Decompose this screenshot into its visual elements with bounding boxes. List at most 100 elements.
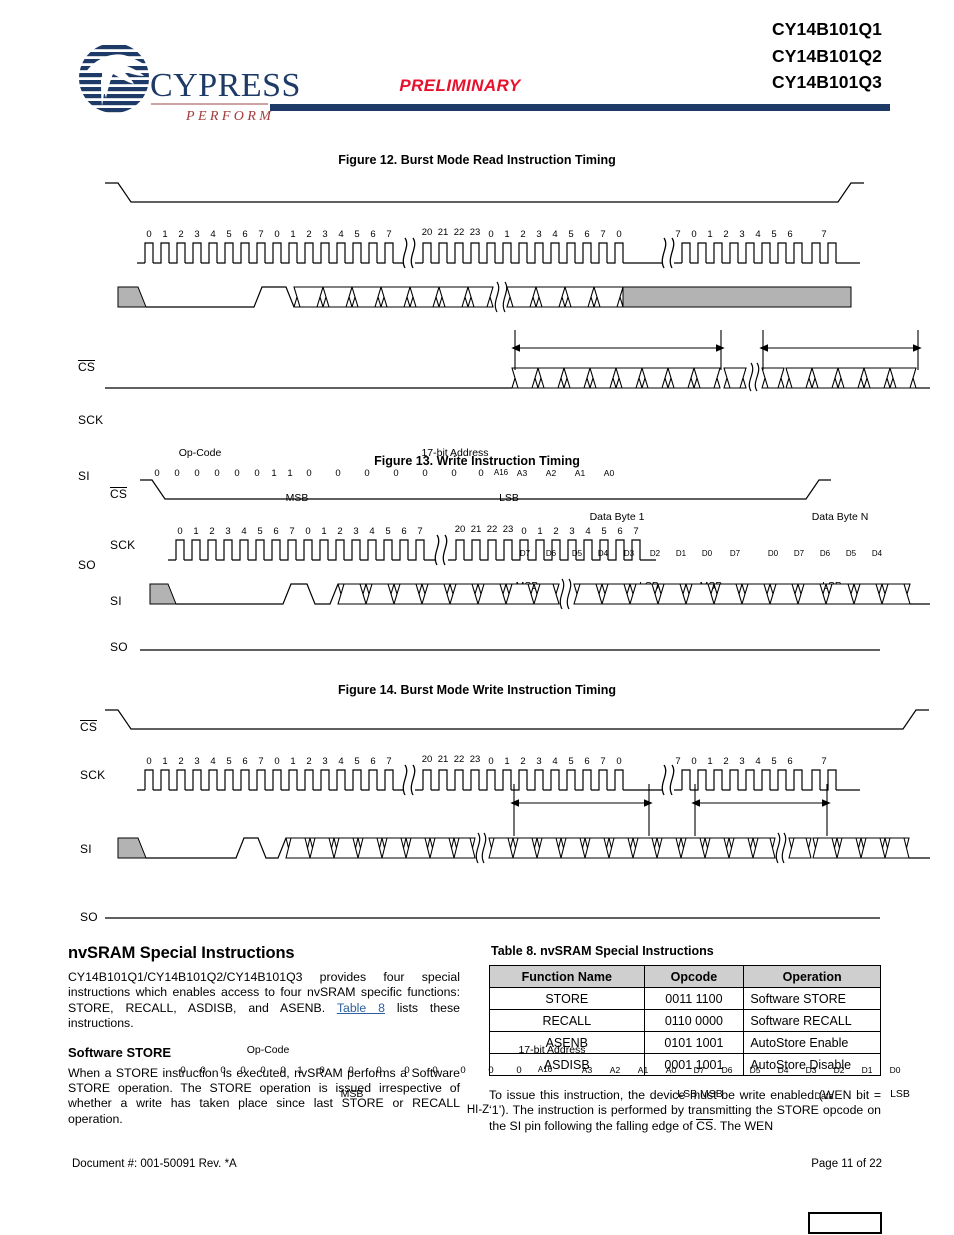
- logo-tagline-text: PERFORM: [185, 109, 274, 124]
- svg-text:7: 7: [675, 229, 680, 240]
- svg-text:7: 7: [386, 756, 391, 767]
- figure-12-sck-ticks: 0123 4567 0123 4567 20 21 22 23 0123 4567 0…: [146, 227, 826, 240]
- svg-text:7: 7: [417, 526, 422, 537]
- svg-text:3: 3: [322, 229, 327, 240]
- document-number: Document #: 001-50091 Rev. *A: [72, 1158, 237, 1170]
- svg-text:3: 3: [739, 756, 744, 767]
- svg-text:23: 23: [470, 227, 481, 238]
- svg-text:3: 3: [194, 229, 199, 240]
- right-text-column: Table 8. nvSRAM Special Instructions Fun…: [489, 944, 881, 1147]
- table-row: RECALL 0110 0000 Software RECALL: [489, 1009, 881, 1032]
- svg-text:3: 3: [536, 756, 541, 767]
- figure-12-caption: Figure 12. Burst Mode Read Instruction T…: [338, 153, 616, 167]
- svg-text:5: 5: [568, 756, 573, 767]
- svg-text:2: 2: [306, 229, 311, 240]
- header-accent-bar: [270, 104, 890, 111]
- cell-operation: AutoStore Enable: [743, 1031, 881, 1054]
- svg-text:0: 0: [274, 756, 279, 767]
- svg-text:3: 3: [225, 526, 230, 537]
- svg-text:4: 4: [241, 526, 246, 537]
- svg-text:4: 4: [755, 229, 760, 240]
- figure-13-hiz-label: HI-Z: [466, 1104, 490, 1116]
- table-note-part-a: To issue this instruction, the device mu…: [489, 1088, 881, 1133]
- svg-text:6: 6: [273, 526, 278, 537]
- svg-text:1: 1: [321, 526, 326, 537]
- svg-text:3: 3: [194, 756, 199, 767]
- page-footer: Document #: 001-50091 Rev. *A Page 11 of…: [0, 1158, 954, 1178]
- table-note-part-b: . The WEN: [713, 1118, 774, 1133]
- figure-14-caption: Figure 14. Burst Mode Write Instruction …: [337, 683, 617, 697]
- svg-text:4: 4: [552, 229, 557, 240]
- figure-13-lsb-label: LSB: [890, 1088, 910, 1100]
- svg-text:6: 6: [787, 229, 792, 240]
- svg-text:7: 7: [386, 229, 391, 240]
- software-store-heading: Software STORE: [68, 1044, 172, 1060]
- cell-function-name: ASENB: [489, 1031, 645, 1054]
- svg-text:4: 4: [210, 756, 215, 767]
- svg-text:2: 2: [553, 526, 558, 537]
- intro-paragraph: CY14B101Q1/CY14B101Q2/CY14B101Q3 provide…: [68, 970, 460, 1032]
- svg-text:0: 0: [691, 756, 696, 767]
- svg-text:0: 0: [488, 756, 493, 767]
- figure-12: CS SCK SI SO 0123 4567 0 1 2 3 4 5 6 7 2…: [0, 175, 954, 592]
- svg-text:3: 3: [322, 756, 327, 767]
- page-number: Page 11 of 22: [811, 1158, 882, 1170]
- svg-text:5: 5: [226, 756, 231, 767]
- svg-text:5: 5: [601, 526, 606, 537]
- svg-text:21: 21: [471, 524, 482, 535]
- svg-text:4: 4: [552, 756, 557, 767]
- svg-text:4: 4: [755, 756, 760, 767]
- svg-text:2: 2: [306, 756, 311, 767]
- svg-text:21: 21: [438, 227, 449, 238]
- svg-text:6: 6: [584, 229, 589, 240]
- cell-operation: Software RECALL: [743, 1009, 881, 1032]
- svg-text:5: 5: [354, 756, 359, 767]
- globe-icon: [79, 43, 149, 113]
- svg-text:6: 6: [584, 756, 589, 767]
- cell-opcode: 0110 0000: [643, 1009, 745, 1032]
- cell-operation: AutoStore Disable: [743, 1053, 881, 1076]
- svg-text:1: 1: [504, 756, 509, 767]
- svg-text:1: 1: [504, 229, 509, 240]
- cypress-logo-svg: CYPRESS PERFORM: [79, 43, 300, 124]
- corner-marker-box: [808, 1212, 882, 1234]
- svg-text:7: 7: [289, 526, 294, 537]
- datasheet-page: CYPRESS PERFORM PRELIMINARY CY14B101Q1 C…: [0, 0, 954, 1235]
- svg-text:5: 5: [226, 229, 231, 240]
- svg-text:0: 0: [146, 229, 151, 240]
- svg-text:6: 6: [401, 526, 406, 537]
- svg-text:23: 23: [470, 754, 481, 765]
- svg-text:6: 6: [370, 756, 375, 767]
- svg-text:6: 6: [242, 229, 247, 240]
- svg-text:0: 0: [488, 229, 493, 240]
- svg-text:22: 22: [454, 754, 465, 765]
- preliminary-watermark: PRELIMINARY: [399, 76, 521, 95]
- figure-14-waveforms: 0123 4567 0123 4567 20 21 22 23 0123 4567 0…: [105, 709, 930, 919]
- svg-text:22: 22: [487, 524, 498, 535]
- svg-text:1: 1: [707, 229, 712, 240]
- svg-text:1: 1: [290, 756, 295, 767]
- svg-text:7: 7: [675, 756, 680, 767]
- svg-text:4: 4: [338, 756, 343, 767]
- svg-text:5: 5: [257, 526, 262, 537]
- svg-text:5: 5: [354, 229, 359, 240]
- svg-text:0: 0: [521, 526, 526, 537]
- cell-opcode: 0001 1001: [643, 1053, 745, 1076]
- svg-text:2: 2: [178, 229, 183, 240]
- table-8: Function Name Opcode Operation STORE 001…: [489, 965, 881, 1076]
- table-8-link[interactable]: Table 8: [337, 1001, 385, 1015]
- svg-text:0: 0: [146, 756, 151, 767]
- svg-text:4: 4: [585, 526, 590, 537]
- svg-text:3: 3: [353, 526, 358, 537]
- cypress-logo: CYPRESS PERFORM: [72, 42, 300, 126]
- svg-text:5: 5: [771, 229, 776, 240]
- figure-14-sck-ticks: 0123 4567 0123 4567 20 21 22 23 0123 4567 0…: [146, 754, 826, 767]
- figure-12-waveforms: 0123 4567 0123 4567 20 21 22 23 0123 4567 0…: [105, 182, 930, 392]
- svg-text:0: 0: [616, 756, 621, 767]
- part-number: CY14B101Q2: [772, 45, 882, 66]
- column-header-function-name: Function Name: [489, 965, 645, 988]
- column-header-operation: Operation: [743, 965, 881, 988]
- cell-opcode: 0011 1100: [643, 987, 745, 1010]
- figure-12-data-markers: [511, 330, 922, 370]
- figure-13: CS SCK SI SO 0123 4567 0123 4567 20 21 22 2…: [0, 472, 954, 1116]
